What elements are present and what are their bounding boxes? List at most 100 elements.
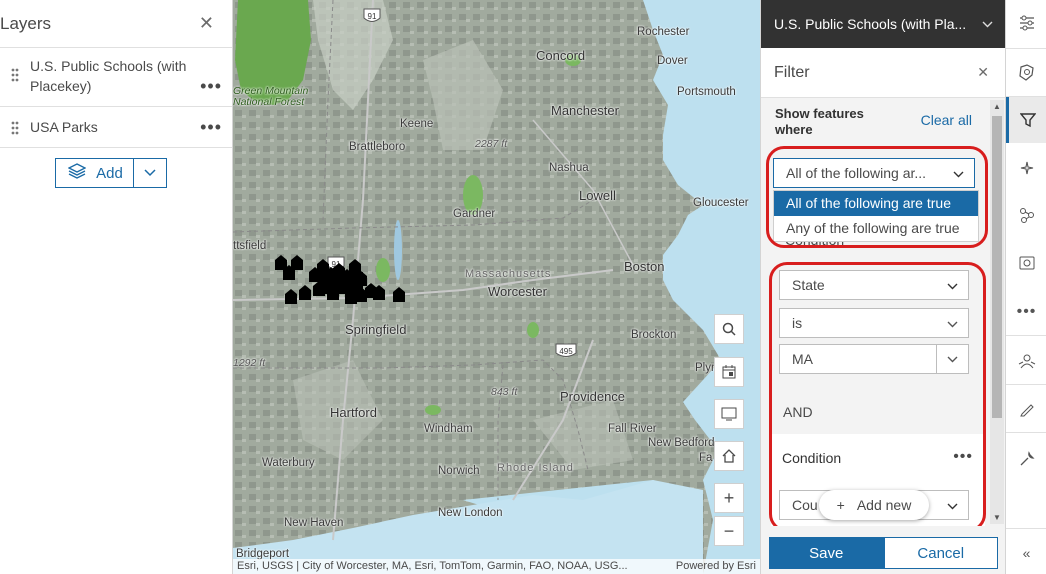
chevron-down-icon: [947, 497, 958, 513]
layer-item[interactable]: USA Parks •••: [0, 107, 232, 148]
map-view[interactable]: 91 91 495 Concord Rochester Dover Portsm…: [233, 0, 760, 574]
match-select-value: All of the following ar...: [786, 165, 927, 181]
value-combobox-value: MA: [792, 351, 813, 367]
map-label: 1292 ft: [233, 357, 266, 369]
fullscreen-icon[interactable]: [714, 399, 744, 429]
close-icon[interactable]: ✕: [977, 64, 989, 81]
more-icon[interactable]: •••: [1006, 289, 1046, 335]
more-options-icon[interactable]: •••: [953, 448, 973, 466]
edit-icon[interactable]: [1006, 386, 1046, 432]
layer-name: U.S. Public Schools (with Placekey): [30, 58, 187, 94]
configure-popups-icon[interactable]: [1006, 240, 1046, 286]
match-option[interactable]: All of the following are true: [774, 191, 978, 216]
basemap-gallery-icon[interactable]: [714, 357, 744, 387]
filter-footer: Save Cancel: [769, 537, 998, 569]
styles-icon[interactable]: [1006, 50, 1046, 96]
operator-select[interactable]: is: [779, 308, 969, 338]
clear-all-link[interactable]: Clear all: [921, 106, 972, 138]
layers-title: Layers: [0, 13, 52, 33]
filter-scroll-area[interactable]: Show features where Clear all All of the…: [761, 98, 1006, 526]
join-operator: AND: [771, 394, 985, 430]
attribution-text: Esri, USGS | City of Worcester, MA, Esri…: [237, 560, 628, 572]
save-button[interactable]: Save: [769, 537, 884, 569]
condition-1-block: State is MA: [771, 260, 985, 390]
powered-by-text[interactable]: Powered by Esri: [676, 559, 756, 574]
drag-handle-icon[interactable]: [0, 117, 30, 135]
map-label: Fa: [699, 452, 713, 464]
map-label: Hartford: [330, 405, 377, 420]
add-layer-button[interactable]: Add: [55, 158, 167, 188]
drag-handle-icon[interactable]: [0, 56, 30, 82]
scroll-up-icon[interactable]: ▲: [993, 102, 1001, 111]
match-select[interactable]: All of the following ar...: [773, 158, 975, 188]
map-label: Brockton: [631, 329, 677, 341]
close-icon[interactable]: ✕: [199, 13, 214, 34]
join-label: AND: [783, 404, 813, 420]
filter-panel: U.S. Public Schools (with Pla... Filter …: [760, 0, 1006, 574]
settings-icon[interactable]: [1006, 436, 1046, 482]
map-label: Nashua: [549, 162, 589, 174]
add-layer-group: Add: [0, 158, 232, 188]
value-combobox[interactable]: MA: [779, 344, 969, 374]
map-label: Gardner: [453, 208, 496, 220]
collapse-icon[interactable]: «: [1006, 530, 1046, 574]
scrollbar[interactable]: ▲ ▼: [990, 100, 1004, 524]
cancel-button[interactable]: Cancel: [883, 537, 998, 569]
layer-selector[interactable]: U.S. Public Schools (with Pla...: [761, 0, 1005, 48]
scrollbar-thumb[interactable]: [992, 116, 1002, 418]
route-shield-icon: 91: [363, 8, 381, 29]
scroll-down-icon[interactable]: ▼: [993, 513, 1001, 522]
chevron-down-icon[interactable]: [982, 17, 993, 31]
effects-icon[interactable]: [1006, 145, 1046, 191]
field-select[interactable]: State: [779, 270, 969, 300]
layer-title: U.S. Public Schools (with Pla...: [774, 16, 967, 32]
svg-text:91: 91: [368, 12, 377, 21]
map-label: Norwich: [438, 465, 480, 477]
operator-select-value: is: [792, 315, 803, 331]
chevron-down-icon[interactable]: [936, 345, 968, 373]
map-label: Portsmouth: [677, 86, 736, 98]
filter-header: Filter ✕: [761, 48, 1005, 98]
filter-icon[interactable]: [1006, 97, 1046, 143]
map-label: Brattleboro: [349, 141, 406, 153]
map-label: Waterbury: [262, 457, 315, 469]
filter-title: Filter: [774, 63, 810, 81]
map-label: Windham: [424, 423, 473, 435]
map-label: ttsfield: [233, 240, 267, 252]
home-icon[interactable]: [714, 441, 744, 471]
show-features-row: Show features where Clear all: [761, 98, 1006, 138]
properties-icon[interactable]: [1006, 0, 1046, 46]
map-label: Boston: [624, 259, 665, 274]
show-features-label: Show features where: [775, 106, 864, 137]
field-select-value: State: [792, 277, 825, 293]
add-button-main[interactable]: Add: [56, 159, 134, 187]
field-select-value: Cou: [792, 497, 818, 513]
map-label: Lowell: [579, 188, 616, 203]
more-options-icon[interactable]: •••: [200, 117, 222, 137]
map-label: Providence: [560, 389, 626, 404]
map-label: Concord: [536, 48, 586, 63]
layer-item[interactable]: U.S. Public Schools (with Placekey) •••: [0, 48, 232, 107]
school-markers-cluster[interactable]: [269, 250, 419, 320]
map-label: 843 ft: [491, 386, 518, 398]
chevron-down-icon[interactable]: [134, 159, 166, 187]
add-new-label: Add new: [856, 497, 912, 513]
search-icon[interactable]: [714, 314, 744, 344]
layer-name: USA Parks: [30, 119, 98, 135]
map-label: Massachusetts: [465, 268, 552, 280]
layers-header: Layers ✕: [0, 0, 232, 48]
more-options-icon[interactable]: •••: [200, 56, 222, 96]
analysis-icon[interactable]: [1006, 192, 1046, 238]
match-option[interactable]: Any of the following are true: [774, 216, 978, 241]
layers-panel: Layers ✕ U.S. Public Schools (with Place…: [0, 0, 233, 574]
zoom-in-icon[interactable]: +: [714, 483, 744, 513]
map-label: Green Mountain National Forest: [233, 85, 309, 108]
settings-toolbar: ••• «: [1005, 0, 1046, 574]
sketch-icon[interactable]: [1006, 338, 1046, 384]
map-label: Dover: [657, 55, 688, 67]
add-button-label: Add: [96, 164, 123, 182]
zoom-out-icon[interactable]: −: [714, 516, 744, 546]
condition-2-title: Condition: [782, 450, 842, 466]
add-new-button[interactable]: + Add new: [819, 490, 929, 520]
map-attribution[interactable]: Esri, USGS | City of Worcester, MA, Esri…: [233, 559, 760, 574]
